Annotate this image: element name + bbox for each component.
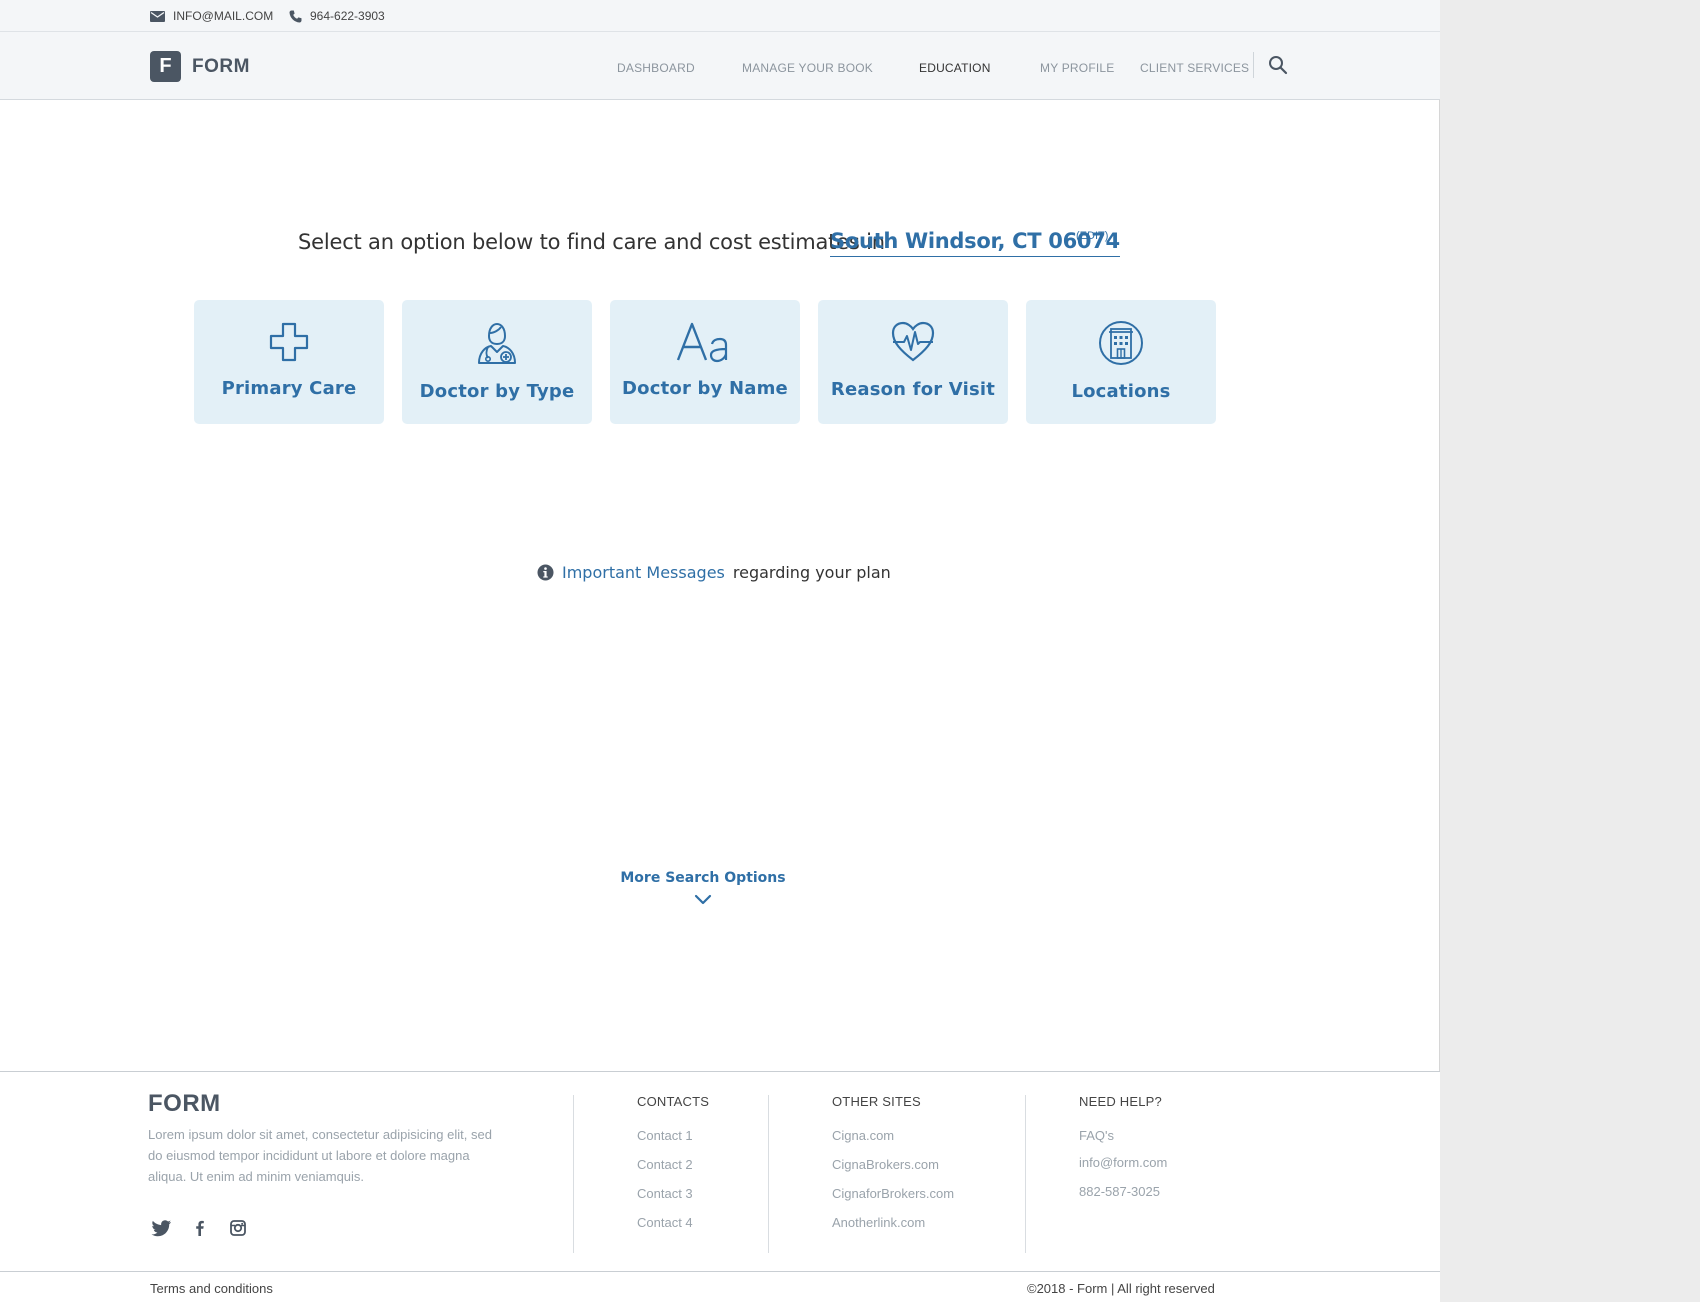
- contact-phone-text: 964-622-3903: [310, 9, 385, 23]
- site-footer: FORM Lorem ipsum dolor sit amet, consect…: [0, 1071, 1440, 1302]
- important-messages: Important Messages regarding your plan: [537, 563, 891, 582]
- nav-divider: [1253, 52, 1254, 78]
- chevron-down-icon[interactable]: [694, 894, 712, 906]
- site-logo[interactable]: F FORM: [150, 51, 250, 82]
- nav-education[interactable]: EDUCATION: [919, 61, 991, 75]
- contact-phone[interactable]: 964-622-3903: [289, 9, 385, 23]
- heartbeat-icon: [891, 321, 935, 362]
- logo-text: FORM: [192, 55, 250, 77]
- nav-manage-your-book[interactable]: MANAGE YOUR BOOK: [742, 61, 873, 75]
- terms-link[interactable]: Terms and conditions: [150, 1281, 273, 1296]
- page: INFO@MAIL.COM 964-622-3903 F FORM DASHBO…: [0, 0, 1440, 1302]
- copyright-text: ©2018 - Form | All right reserved: [1027, 1281, 1215, 1296]
- phone-icon: [289, 10, 302, 22]
- footer-other-sites-title: OTHER SITES: [832, 1094, 921, 1109]
- nav-dashboard[interactable]: DASHBOARD: [617, 61, 695, 75]
- search-icon[interactable]: [1267, 54, 1289, 76]
- medical-cross-icon: [269, 322, 309, 362]
- instagram-icon[interactable]: [227, 1217, 249, 1239]
- card-label: Locations: [1071, 381, 1171, 402]
- card-label: Doctor by Type: [419, 381, 575, 402]
- footer-contact-link[interactable]: Contact 3: [637, 1186, 693, 1201]
- facebook-icon[interactable]: [189, 1217, 211, 1239]
- right-gutter: [1441, 0, 1700, 1302]
- nav-my-profile[interactable]: MY PROFILE: [1040, 61, 1114, 75]
- nav-client-services[interactable]: CLIENT SERVICES: [1140, 61, 1249, 75]
- contact-email-text: INFO@MAIL.COM: [173, 9, 274, 23]
- footer-brand: FORM: [148, 1090, 221, 1117]
- card-label: Doctor by Name: [622, 378, 788, 399]
- footer-contact-link[interactable]: Contact 4: [637, 1215, 693, 1230]
- card-label: Reason for Visit: [830, 379, 996, 400]
- footer-divider: [573, 1095, 574, 1253]
- card-doctor-by-type[interactable]: Doctor by Type: [402, 300, 592, 424]
- card-reason-for-visit[interactable]: Reason for Visit: [818, 300, 1008, 424]
- card-locations[interactable]: Locations: [1026, 300, 1216, 424]
- footer-contacts-title: CONTACTS: [637, 1094, 710, 1109]
- important-messages-text: regarding your plan: [732, 563, 891, 582]
- footer-site-link[interactable]: CignaBrokers.com: [832, 1157, 939, 1172]
- footer-contact-link[interactable]: Contact 2: [637, 1157, 693, 1172]
- letters-icon: [676, 322, 728, 363]
- building-icon: [1099, 321, 1143, 365]
- logo-mark: F: [150, 51, 181, 82]
- important-messages-link[interactable]: Important Messages: [562, 563, 725, 582]
- footer-contact-link[interactable]: Contact 1: [637, 1128, 693, 1143]
- info-icon: [537, 564, 554, 581]
- page-headline: Select an option below to find care and …: [298, 230, 885, 254]
- footer-divider: [1025, 1095, 1026, 1253]
- footer-divider-horizontal: [0, 1271, 1440, 1272]
- footer-site-link[interactable]: Anotherlink.com: [832, 1215, 925, 1230]
- card-doctor-by-name[interactable]: Doctor by Name: [610, 300, 800, 424]
- mail-icon: [150, 10, 165, 22]
- contact-email[interactable]: INFO@MAIL.COM: [150, 9, 273, 23]
- footer-site-link[interactable]: Cigna.com: [832, 1128, 894, 1143]
- site-header: F FORM DASHBOARD MANAGE YOUR BOOK EDUCAT…: [0, 32, 1440, 100]
- twitter-icon[interactable]: [151, 1217, 173, 1239]
- more-search-options-button[interactable]: More Search Options: [600, 870, 806, 886]
- footer-faq-link[interactable]: FAQ's: [1079, 1128, 1114, 1143]
- footer-email-link[interactable]: info@form.com: [1079, 1155, 1167, 1170]
- card-label: Primary Care: [221, 378, 357, 399]
- footer-need-help-title: NEED HELP?: [1079, 1094, 1162, 1109]
- card-primary-care[interactable]: Primary Care: [194, 300, 384, 424]
- edit-location-link[interactable]: (EDIT): [1076, 230, 1108, 242]
- contact-bar: INFO@MAIL.COM 964-622-3903: [0, 0, 1440, 32]
- doctor-icon: [478, 322, 516, 364]
- footer-site-link[interactable]: CignaforBrokers.com: [832, 1186, 954, 1201]
- footer-description: Lorem ipsum dolor sit amet, consectetur …: [148, 1127, 492, 1184]
- footer-phone-link[interactable]: 882-587-3025: [1079, 1184, 1160, 1199]
- footer-divider: [768, 1095, 769, 1253]
